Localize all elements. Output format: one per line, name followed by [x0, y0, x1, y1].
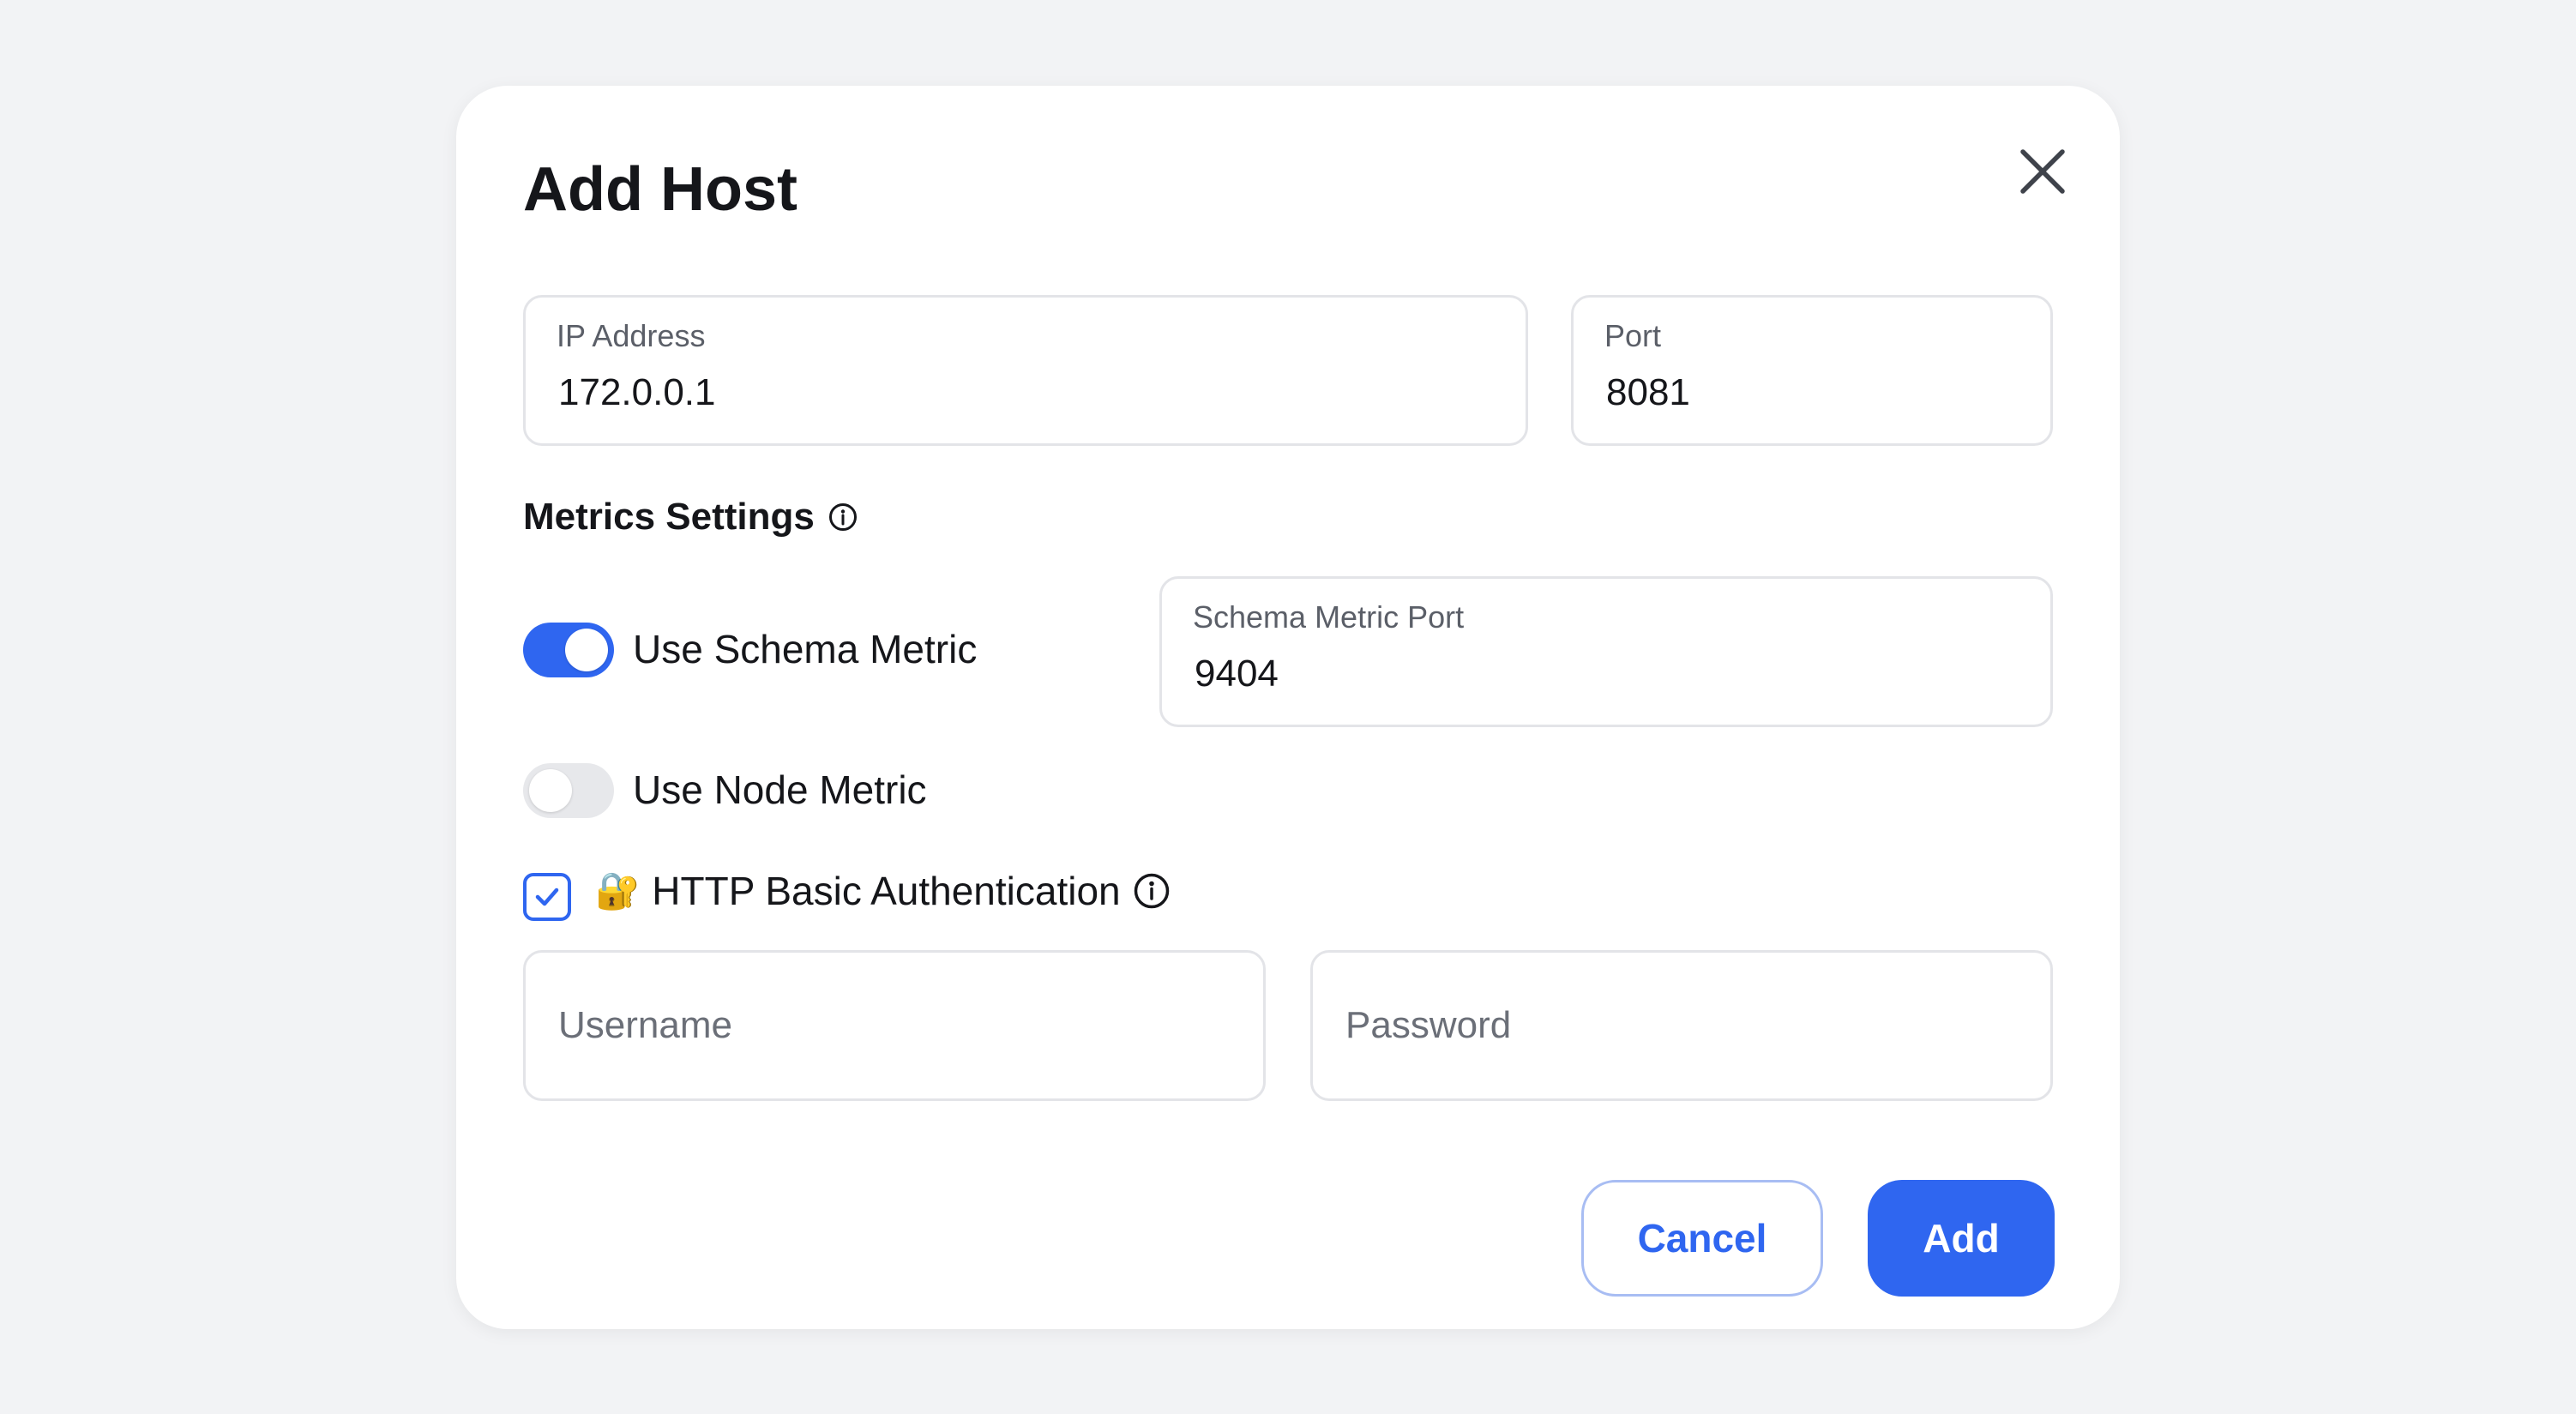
add-button[interactable]: Add: [1868, 1180, 2055, 1297]
use-schema-metric-label: Use Schema Metric: [633, 627, 978, 671]
close-button[interactable]: [2008, 137, 2077, 206]
metrics-settings-heading: Metrics Settings: [523, 496, 858, 539]
schema-metric-port-input[interactable]: [1195, 653, 2018, 695]
port-input[interactable]: [1606, 371, 2018, 414]
http-basic-auth-row: 🔐 HTTP Basic Authentication: [595, 868, 1171, 914]
info-icon[interactable]: [828, 502, 858, 532]
password-field[interactable]: [1310, 950, 2053, 1101]
password-input[interactable]: [1345, 953, 2018, 1098]
use-node-metric-label: Use Node Metric: [633, 767, 927, 812]
ip-address-field[interactable]: IP Address: [523, 295, 1528, 446]
http-basic-auth-checkbox[interactable]: [523, 873, 571, 921]
port-label: Port: [1604, 318, 1662, 353]
http-basic-auth-label: HTTP Basic Authentication: [652, 869, 1121, 913]
ip-address-label: IP Address: [557, 318, 706, 353]
ip-address-input[interactable]: [558, 371, 1493, 414]
use-schema-metric-toggle[interactable]: [523, 623, 614, 677]
username-input[interactable]: [558, 953, 1231, 1098]
lock-icon: 🔐: [595, 869, 641, 911]
toggle-knob: [529, 769, 572, 812]
close-icon: [2020, 149, 2065, 194]
username-field[interactable]: [523, 950, 1266, 1101]
toggle-knob: [565, 629, 608, 671]
cancel-button[interactable]: Cancel: [1581, 1180, 1823, 1297]
dialog-title: Add Host: [523, 155, 797, 224]
schema-metric-port-label: Schema Metric Port: [1193, 599, 1465, 635]
use-node-metric-toggle[interactable]: [523, 763, 614, 818]
metrics-settings-title: Metrics Settings: [523, 496, 815, 538]
info-icon[interactable]: [1133, 872, 1171, 910]
port-field[interactable]: Port: [1571, 295, 2053, 446]
add-host-dialog: Add Host IP Address Port Metrics Setting…: [456, 86, 2120, 1329]
schema-metric-port-field[interactable]: Schema Metric Port: [1159, 576, 2053, 727]
checkmark-icon: [535, 888, 559, 906]
